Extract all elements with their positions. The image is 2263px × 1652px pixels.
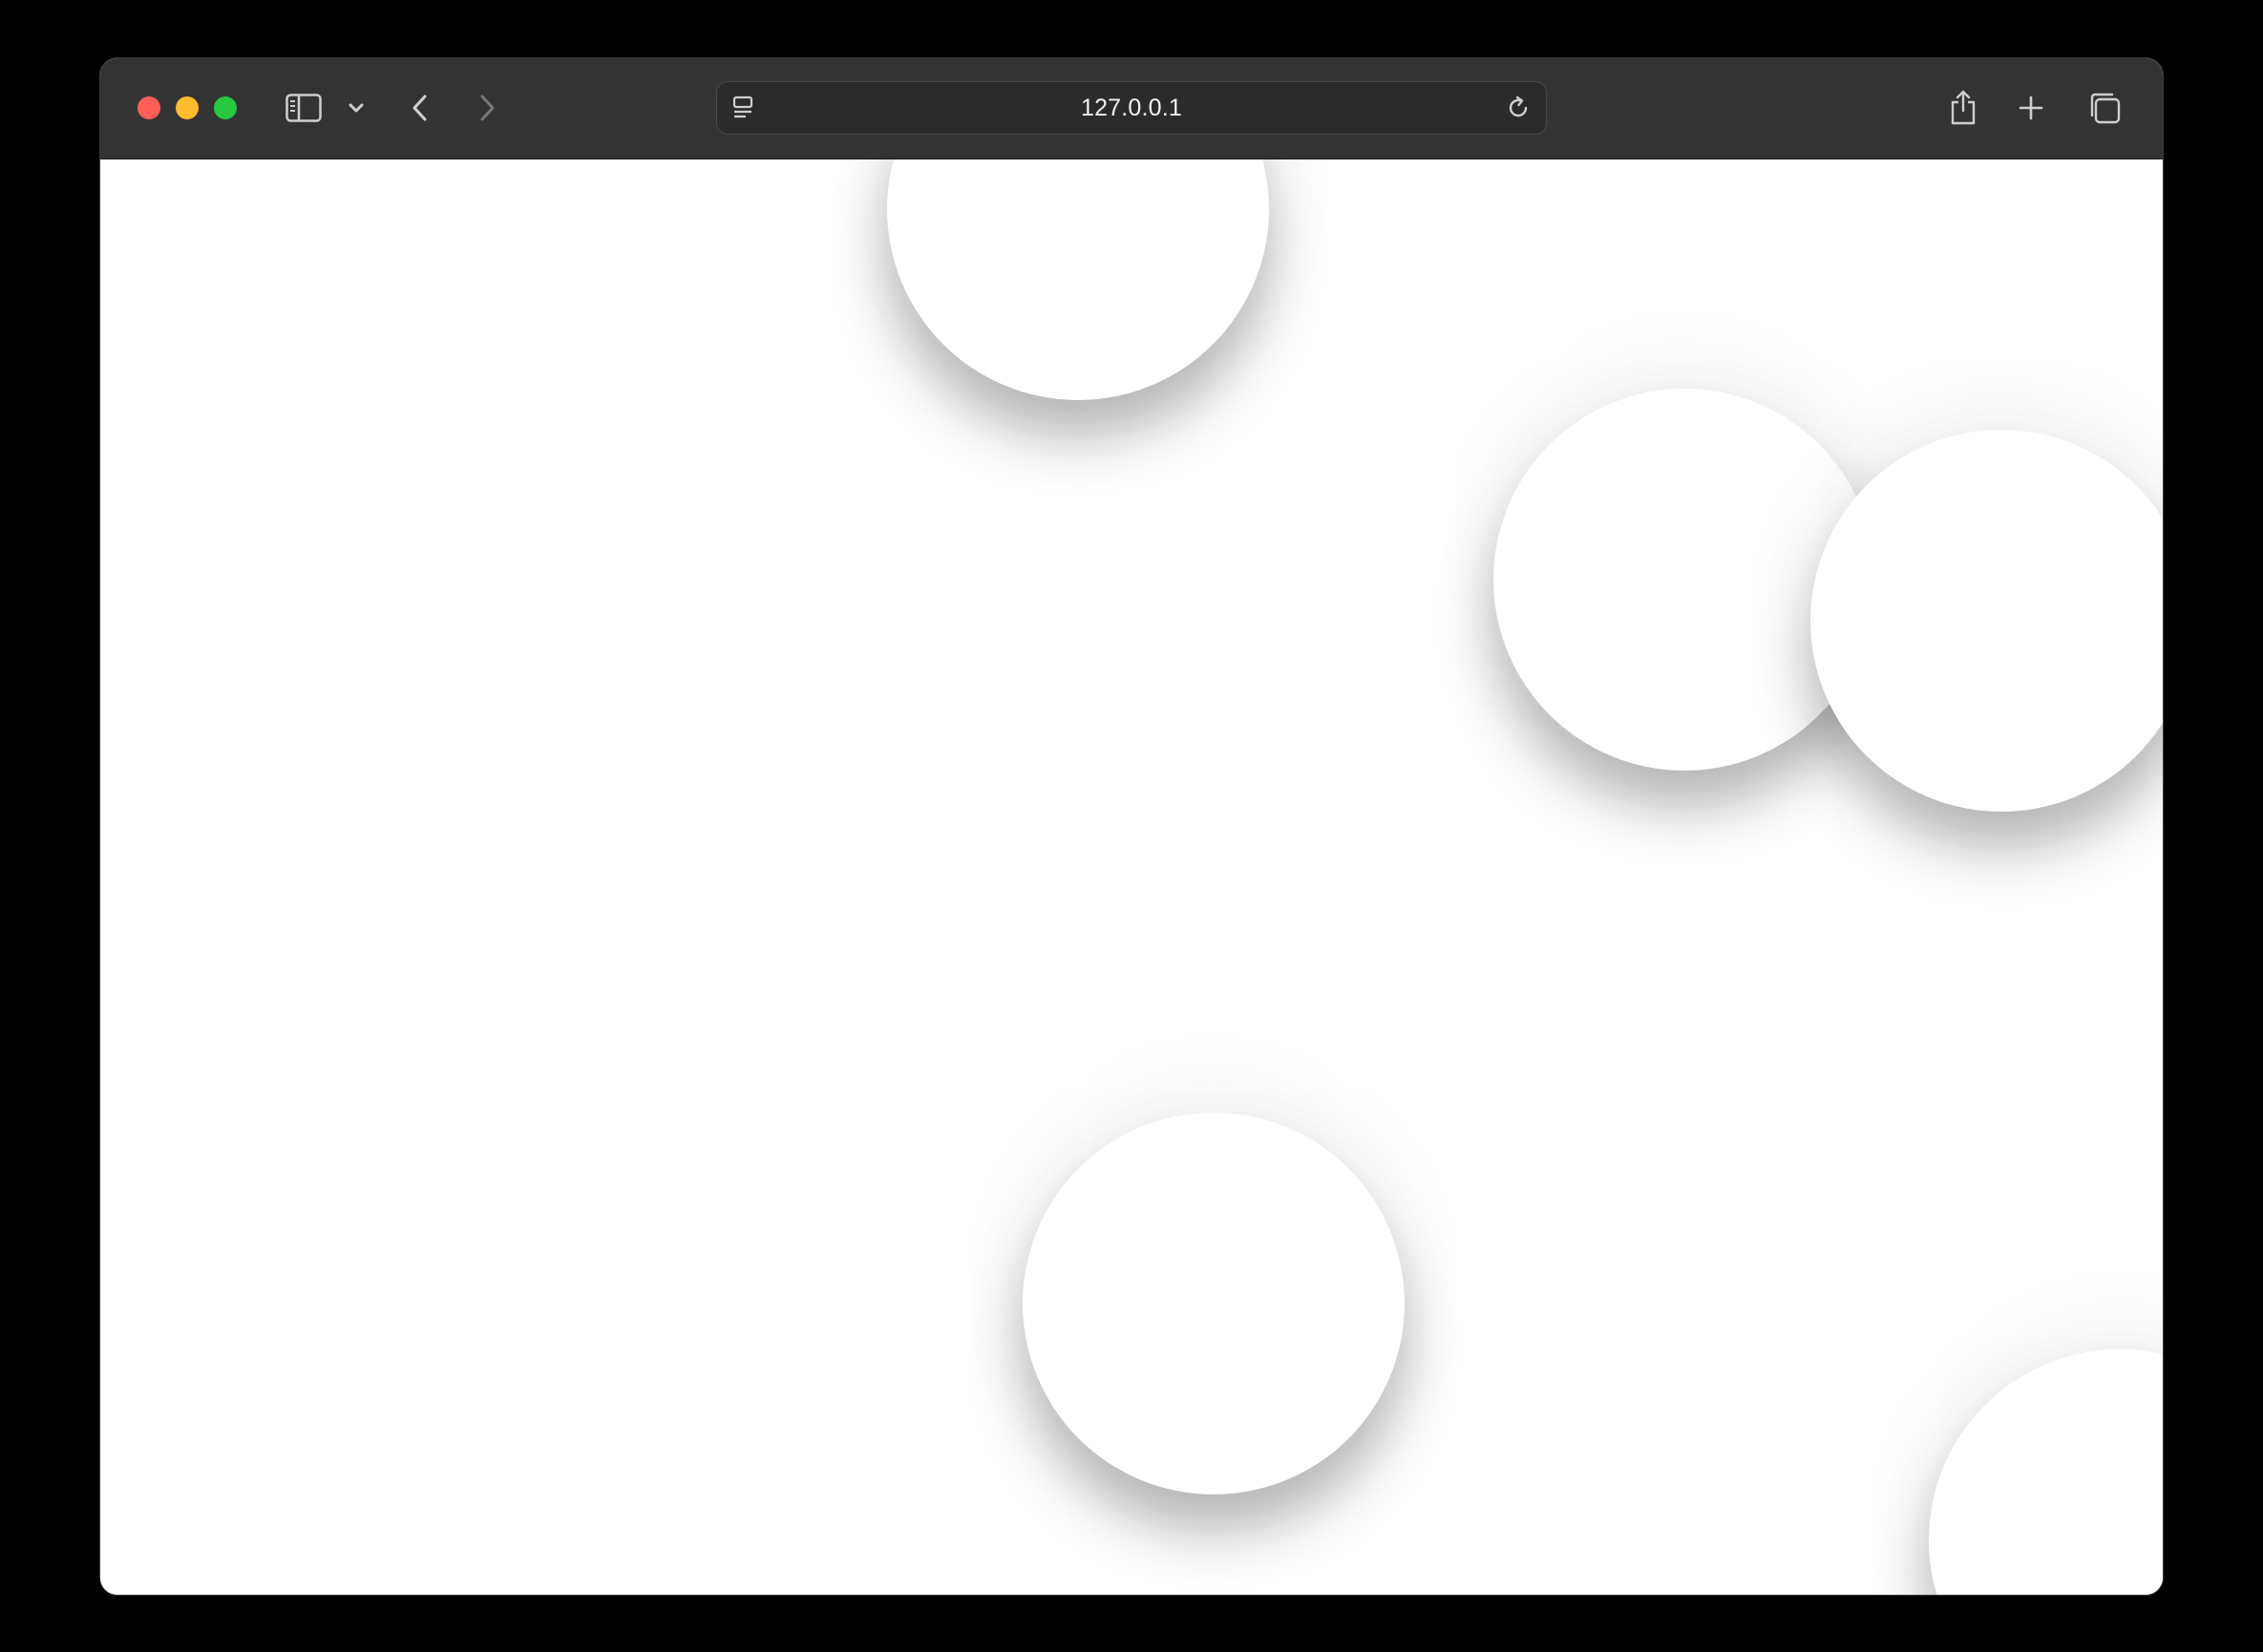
back-arrow-icon[interactable]	[406, 91, 434, 125]
share-icon[interactable]	[1947, 85, 1979, 129]
browser-window: 127.0.0.1	[100, 58, 2163, 1595]
ball-4	[1023, 1112, 1405, 1494]
tab-overview-icon[interactable]	[2086, 89, 2123, 127]
minimize-window-button[interactable]	[176, 96, 199, 119]
plus-icon[interactable]	[2016, 91, 2046, 125]
sidebar-toggle-icon[interactable]	[286, 91, 322, 125]
reload-icon[interactable]	[1504, 94, 1533, 122]
address-bar[interactable]: 127.0.0.1	[716, 81, 1547, 135]
zoom-window-button[interactable]	[214, 96, 237, 119]
page-content	[100, 159, 2163, 1595]
address-text[interactable]: 127.0.0.1	[717, 82, 1546, 134]
ball-3	[1810, 430, 2163, 812]
ball-5	[1929, 1349, 2163, 1595]
ball-1	[887, 159, 1269, 400]
forward-arrow-icon[interactable]	[473, 91, 501, 125]
browser-toolbar: 127.0.0.1	[100, 58, 2163, 159]
chevron-down-icon[interactable]	[347, 96, 366, 119]
close-window-button[interactable]	[137, 96, 160, 119]
